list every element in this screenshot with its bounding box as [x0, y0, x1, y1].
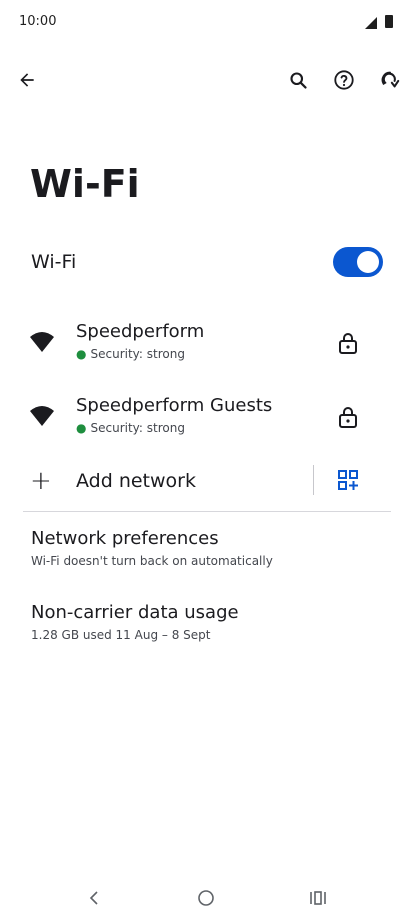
search-icon [289, 71, 307, 89]
wifi-signal-icon [30, 332, 54, 352]
qr-code-icon [338, 470, 358, 490]
secure-dot-icon: ● [76, 421, 87, 435]
network-preferences-item[interactable]: Network preferences Wi-Fi doesn't turn b… [0, 528, 413, 578]
wifi-signal-icon [30, 406, 54, 426]
recents-icon [310, 891, 326, 905]
help-icon [334, 70, 354, 90]
add-network-row: + Add network [0, 458, 413, 504]
status-time: 10:00 [19, 14, 57, 29]
back-button[interactable] [7, 58, 47, 102]
vertical-divider [313, 465, 314, 495]
wifi-toggle-switch[interactable] [333, 247, 383, 277]
add-network-button[interactable]: + Add network [0, 458, 312, 504]
nav-back-button[interactable] [74, 884, 114, 912]
network-name: Speedperform Guests [76, 395, 273, 416]
pref-subtitle: 1.28 GB used 11 Aug – 8 Sept [31, 628, 211, 642]
network-security: ● Security: strong [76, 347, 185, 361]
toggle-knob [357, 251, 379, 273]
nav-recents-button[interactable] [298, 884, 338, 912]
system-nav-bar [0, 876, 413, 920]
lock-icon [339, 407, 357, 428]
pref-subtitle: Wi-Fi doesn't turn back on automatically [31, 554, 273, 568]
network-item-speedperform-guests[interactable]: Speedperform Guests ● Security: strong [0, 387, 413, 449]
network-name: Speedperform [76, 321, 205, 342]
network-security-text: Security: strong [90, 347, 185, 361]
status-bar: 10:00 [0, 0, 413, 46]
add-network-label: Add network [76, 470, 196, 492]
wifi-toggle-label: Wi-Fi [31, 251, 77, 273]
qr-scan-button[interactable] [330, 462, 366, 498]
top-app-bar [0, 58, 413, 102]
wifi-assistant-icon [381, 71, 400, 88]
section-divider [23, 511, 391, 512]
non-carrier-data-usage-item[interactable]: Non-carrier data usage 1.28 GB used 11 A… [0, 602, 413, 652]
wifi-assist-button[interactable] [370, 58, 410, 102]
help-button[interactable] [324, 58, 364, 102]
lock-icon [339, 333, 357, 354]
plus-icon: + [30, 466, 52, 496]
search-button[interactable] [278, 58, 318, 102]
home-circle-icon [198, 890, 214, 906]
pref-title: Network preferences [31, 528, 219, 549]
network-security-text: Security: strong [90, 421, 185, 435]
chevron-left-icon [89, 891, 98, 905]
pref-title: Non-carrier data usage [31, 602, 239, 623]
network-security: ● Security: strong [76, 421, 185, 435]
battery-icon [385, 15, 393, 28]
wifi-toggle-row[interactable]: Wi-Fi [0, 238, 413, 286]
back-arrow-icon [20, 73, 34, 87]
page-title: Wi-Fi [30, 162, 140, 206]
secure-dot-icon: ● [76, 347, 87, 361]
network-item-speedperform[interactable]: Speedperform ● Security: strong [0, 313, 413, 375]
nav-home-button[interactable] [186, 884, 226, 912]
